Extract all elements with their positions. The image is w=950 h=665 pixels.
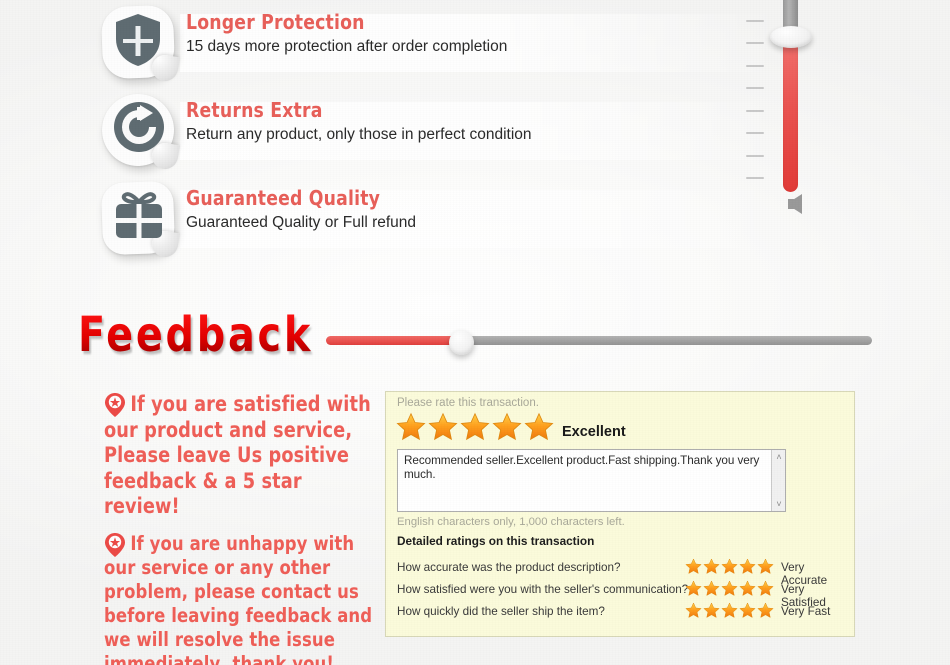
refresh-glyph bbox=[114, 102, 164, 152]
star-icon[interactable] bbox=[703, 580, 720, 597]
feedback-notes: If you are satisfied with our product an… bbox=[104, 392, 386, 665]
slider-tick bbox=[746, 177, 764, 179]
star-icon[interactable] bbox=[739, 602, 756, 619]
rating-row: How quickly did the seller ship the item… bbox=[397, 602, 845, 624]
star-icon[interactable] bbox=[739, 558, 756, 575]
promo-banner: Longer Protection 15 days more protectio… bbox=[0, 0, 950, 665]
overall-rating-stars[interactable] bbox=[396, 412, 554, 442]
comment-text: Recommended seller.Excellent product.Fas… bbox=[404, 454, 760, 481]
returns-refresh-icon bbox=[98, 90, 182, 174]
textarea-scrollbar[interactable]: ˄ ˅ bbox=[771, 450, 785, 511]
star-icon[interactable] bbox=[721, 558, 738, 575]
feature-item-guaranteed-quality: Guaranteed Quality Guaranteed Quality or… bbox=[98, 176, 788, 264]
feature-desc: 15 days more protection after order comp… bbox=[186, 38, 508, 55]
star-icon[interactable] bbox=[396, 412, 426, 442]
feedback-note: If you are unhappy with our service or a… bbox=[104, 532, 386, 665]
star-icon[interactable] bbox=[757, 580, 774, 597]
gift-box-icon bbox=[98, 178, 182, 262]
character-counter: English characters only, 1,000 character… bbox=[397, 516, 625, 528]
star-icon[interactable] bbox=[739, 580, 756, 597]
shield-glyph bbox=[116, 14, 160, 66]
star-icon[interactable] bbox=[757, 558, 774, 575]
feature-item-longer-protection: Longer Protection 15 days more protectio… bbox=[98, 0, 788, 88]
feature-desc: Return any product, only those in perfec… bbox=[186, 126, 532, 143]
rating-row: How accurate was the product description… bbox=[397, 558, 845, 587]
star-icon[interactable] bbox=[524, 412, 554, 442]
star-icon[interactable] bbox=[685, 602, 702, 619]
feature-title: Guaranteed Quality bbox=[186, 186, 381, 210]
horizontal-slider[interactable] bbox=[326, 330, 872, 355]
feedback-note-text: If you are satisfied with our product an… bbox=[104, 392, 371, 518]
slider-tick bbox=[746, 154, 764, 157]
rating-stars[interactable] bbox=[685, 580, 774, 597]
feature-desc: Guaranteed Quality or Full refund bbox=[186, 214, 417, 231]
rating-question: How accurate was the product description… bbox=[397, 561, 621, 574]
vertical-slider-knob[interactable] bbox=[770, 26, 812, 48]
horizontal-slider-knob[interactable] bbox=[449, 330, 474, 355]
star-icon[interactable] bbox=[703, 558, 720, 575]
horizontal-slider-track[interactable] bbox=[462, 336, 872, 345]
slider-tick bbox=[746, 42, 764, 44]
feature-item-returns-extra: Returns Extra Return any product, only t… bbox=[98, 88, 788, 176]
detailed-ratings-heading: Detailed ratings on this transaction bbox=[397, 534, 595, 548]
star-icon[interactable] bbox=[703, 602, 720, 619]
feedback-note: If you are satisfied with our product an… bbox=[104, 392, 386, 520]
star-icon[interactable] bbox=[460, 412, 490, 442]
scroll-down-icon[interactable]: ˅ bbox=[774, 499, 784, 509]
gift-glyph bbox=[116, 192, 162, 238]
star-icon[interactable] bbox=[685, 558, 702, 575]
feature-title: Longer Protection bbox=[186, 10, 365, 34]
star-icon[interactable] bbox=[721, 602, 738, 619]
overall-rating-label: Excellent bbox=[562, 424, 626, 440]
slider-tick bbox=[746, 109, 764, 112]
rating-value: Very Fast bbox=[781, 605, 831, 618]
rating-stars[interactable] bbox=[685, 602, 774, 619]
vertical-slider-ticks bbox=[746, 0, 768, 194]
vertical-slider-fill[interactable] bbox=[783, 40, 798, 192]
scroll-up-icon[interactable]: ˄ bbox=[774, 452, 784, 462]
slider-tick bbox=[746, 64, 764, 67]
slider-tick bbox=[746, 87, 764, 89]
slider-tick bbox=[746, 19, 764, 22]
horizontal-slider-fill[interactable] bbox=[326, 336, 462, 345]
feedback-form-panel: Please rate this transaction. Excellent … bbox=[385, 391, 855, 637]
star-icon[interactable] bbox=[721, 580, 738, 597]
comment-textarea[interactable]: Recommended seller.Excellent product.Fas… bbox=[397, 449, 786, 512]
rating-question: How satisfied were you with the seller's… bbox=[397, 583, 689, 596]
speaker-icon[interactable] bbox=[780, 192, 806, 216]
star-icon[interactable] bbox=[428, 412, 458, 442]
vertical-slider[interactable] bbox=[740, 0, 830, 234]
feature-title: Returns Extra bbox=[186, 98, 323, 122]
rating-stars[interactable] bbox=[685, 558, 774, 575]
rate-transaction-hint: Please rate this transaction. bbox=[397, 397, 539, 409]
star-icon[interactable] bbox=[492, 412, 522, 442]
feedback-note-text: If you are unhappy with our service or a… bbox=[104, 531, 373, 665]
shield-icon bbox=[98, 2, 182, 86]
slider-tick bbox=[746, 132, 764, 134]
feedback-title: Feedback bbox=[78, 307, 313, 363]
rating-question: How quickly did the seller ship the item… bbox=[397, 605, 605, 618]
rating-row: How satisfied were you with the seller's… bbox=[397, 580, 845, 609]
star-icon[interactable] bbox=[685, 580, 702, 597]
star-icon[interactable] bbox=[757, 602, 774, 619]
